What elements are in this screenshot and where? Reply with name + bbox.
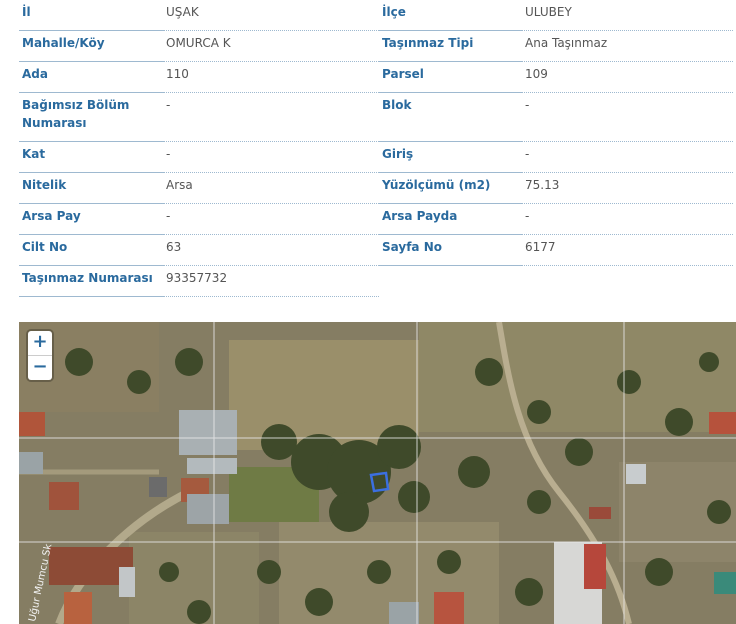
info-label-arsa-payda: Arsa Payda (379, 204, 522, 235)
info-value-sayfa-no: 6177 (522, 235, 733, 266)
info-value-parsel: 109 (522, 62, 733, 93)
info-row-yuzolcumu-m2: Yüzölçümü (m2) 75.13 (379, 173, 736, 204)
parcel-info-right-column: İlçe ULUBEY Taşınmaz Tipi Ana Taşınmaz Parse… (379, 0, 736, 266)
info-label-bagimsiz-bolum-numarasi: Bağımsız Bölüm Numarası (19, 93, 163, 142)
info-value-mahalle-koy: OMURCA K (163, 31, 379, 62)
info-row-kat: Kat - (19, 142, 380, 173)
info-value-arsa-payda: - (522, 204, 733, 235)
info-row-mahalle-koy: Mahalle/Köy OMURCA K (19, 31, 380, 62)
info-value-ada: 110 (163, 62, 379, 93)
info-value-kat: - (163, 142, 379, 173)
parcel-info-table: İl UŞAK Mahalle/Köy OMURCA K Ada 110 Bağımsız … (19, 0, 736, 300)
info-label-giris: Giriş (379, 142, 522, 173)
map-imagery[interactable]: Uğur Mumcu Sk (19, 322, 736, 624)
satellite-map[interactable]: Uğur Mumcu Sk + − (19, 322, 736, 624)
parcel-info-left-column: İl UŞAK Mahalle/Köy OMURCA K Ada 110 Bağımsız … (19, 0, 380, 297)
info-label-yuzolcumu-m2: Yüzölçümü (m2) (379, 173, 522, 204)
info-label-arsa-pay: Arsa Pay (19, 204, 163, 235)
info-row-blok: Blok - (379, 93, 736, 142)
info-row-ada: Ada 110 (19, 62, 380, 93)
info-label-tasinmaz-tipi: Taşınmaz Tipi (379, 31, 522, 62)
info-label-cilt-no: Cilt No (19, 235, 163, 266)
zoom-in-button[interactable]: + (28, 331, 52, 355)
info-value-bagimsiz-bolum-numarasi: - (163, 93, 379, 142)
info-row-parsel: Parsel 109 (379, 62, 736, 93)
info-label-parsel: Parsel (379, 62, 522, 93)
info-row-tasinmaz-tipi: Taşınmaz Tipi Ana Taşınmaz (379, 31, 736, 62)
info-label-tasinmaz-numarasi: Taşınmaz Numarası (19, 266, 163, 297)
info-row-bagimsiz-bolum-numarasi: Bağımsız Bölüm Numarası - (19, 93, 380, 142)
info-value-cilt-no: 63 (163, 235, 379, 266)
info-label-blok: Blok (379, 93, 522, 142)
info-row-giris: Giriş - (379, 142, 736, 173)
info-label-kat: Kat (19, 142, 163, 173)
info-label-ilce: İlçe (379, 0, 522, 31)
info-value-tasinmaz-numarasi: 93357732 (163, 266, 379, 297)
info-row-arsa-payda: Arsa Payda - (379, 204, 736, 235)
info-value-tasinmaz-tipi: Ana Taşınmaz (522, 31, 733, 62)
info-row-ilce: İlçe ULUBEY (379, 0, 736, 31)
info-value-arsa-pay: - (163, 204, 379, 235)
info-value-yuzolcumu-m2: 75.13 (522, 173, 733, 204)
zoom-out-button[interactable]: − (28, 355, 52, 380)
info-row-nitelik: Nitelik Arsa (19, 173, 380, 204)
info-value-nitelik: Arsa (163, 173, 379, 204)
info-label-ada: Ada (19, 62, 163, 93)
info-label-sayfa-no: Sayfa No (379, 235, 522, 266)
info-row-arsa-pay: Arsa Pay - (19, 204, 380, 235)
info-value-blok: - (522, 93, 733, 142)
info-label-il: İl (19, 0, 163, 31)
info-value-il: UŞAK (163, 0, 379, 31)
info-label-mahalle-koy: Mahalle/Köy (19, 31, 163, 62)
info-row-il: İl UŞAK (19, 0, 380, 31)
info-value-ilce: ULUBEY (522, 0, 733, 31)
info-label-nitelik: Nitelik (19, 173, 163, 204)
info-row-sayfa-no: Sayfa No 6177 (379, 235, 736, 266)
info-row-tasinmaz-numarasi: Taşınmaz Numarası 93357732 (19, 266, 380, 297)
zoom-control: + − (28, 331, 52, 380)
info-value-giris: - (522, 142, 733, 173)
info-row-cilt-no: Cilt No 63 (19, 235, 380, 266)
